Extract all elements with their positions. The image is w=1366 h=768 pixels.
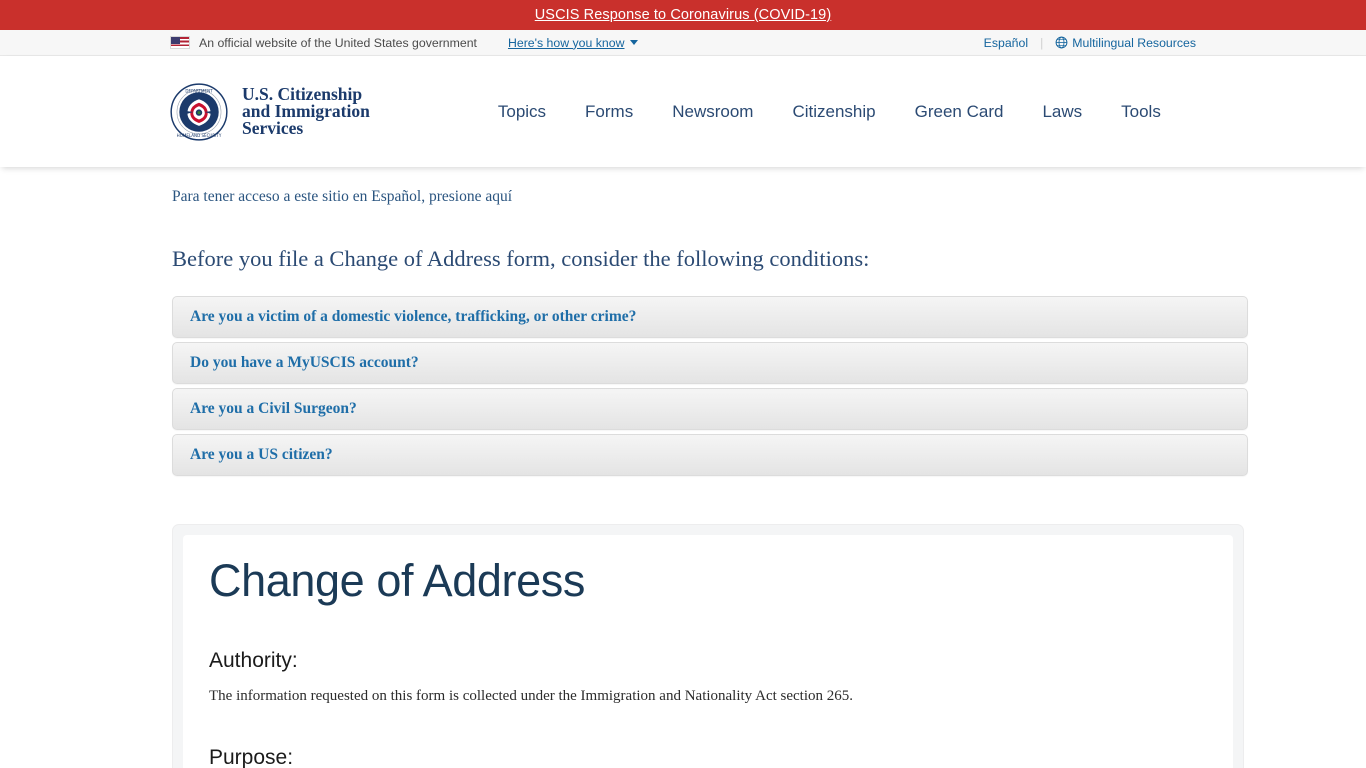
nav-item-citizenship[interactable]: Citizenship xyxy=(792,102,875,122)
divider: | xyxy=(1040,35,1044,50)
uscis-brand-logo[interactable]: DEPARTMENT HOMELAND SECURITY U.S. Citize… xyxy=(170,82,370,141)
accordion-item-us-citizen[interactable]: Are you a US citizen? xyxy=(172,434,1248,476)
multilingual-resources-label: Multilingual Resources xyxy=(1072,35,1196,50)
accordion-item-label: Are you a US citizen? xyxy=(190,446,333,463)
svg-text:DEPARTMENT: DEPARTMENT xyxy=(185,88,213,93)
spanish-version-link[interactable]: Para tener acceso a este sitio en Españo… xyxy=(172,167,1194,206)
authority-label: Authority: xyxy=(209,649,298,673)
globe-icon xyxy=(1055,36,1068,48)
site-header: DEPARTMENT HOMELAND SECURITY U.S. Citize… xyxy=(0,56,1366,167)
svg-text:HOMELAND SECURITY: HOMELAND SECURITY xyxy=(177,132,222,137)
brand-line-3: Services xyxy=(242,118,304,138)
heres-how-you-know-toggle[interactable]: Here's how you know xyxy=(508,36,639,50)
change-of-address-card-frame: Change of Address Authority: The informa… xyxy=(172,524,1244,768)
authority-text: The information requested on this form i… xyxy=(209,688,854,705)
nav-item-forms[interactable]: Forms xyxy=(585,102,633,122)
accordion-item-label: Are you a Civil Surgeon? xyxy=(190,400,357,417)
dhs-seal-icon: DEPARTMENT HOMELAND SECURITY xyxy=(170,82,228,141)
change-of-address-card: Change of Address Authority: The informa… xyxy=(183,535,1233,768)
covid-alert-link[interactable]: USCIS Response to Coronavirus (COVID-19) xyxy=(535,7,832,23)
page-intro-heading: Before you file a Change of Address form… xyxy=(172,246,870,271)
accordion-item-domestic-violence[interactable]: Are you a victim of a domestic violence,… xyxy=(172,296,1248,338)
covid-alert-bar: USCIS Response to Coronavirus (COVID-19) xyxy=(0,0,1366,30)
official-government-banner: An official website of the United States… xyxy=(0,30,1366,56)
accordion-item-myuscis-account[interactable]: Do you have a MyUSCIS account? xyxy=(172,342,1248,384)
nav-item-topics[interactable]: Topics xyxy=(498,102,546,122)
nav-item-green-card[interactable]: Green Card xyxy=(915,102,1004,122)
heres-how-you-know-label: Here's how you know xyxy=(507,35,625,50)
accordion-item-label: Do you have a MyUSCIS account? xyxy=(190,354,419,371)
accordion-item-civil-surgeon[interactable]: Are you a Civil Surgeon? xyxy=(172,388,1248,430)
nav-item-tools[interactable]: Tools xyxy=(1121,102,1161,122)
nav-item-newsroom[interactable]: Newsroom xyxy=(672,102,753,122)
brand-wordmark: U.S. Citizenship and Immigration Service… xyxy=(242,85,370,138)
card-title: Change of Address xyxy=(209,555,585,606)
gov-banner-right: Español | Multilingual Resources xyxy=(984,36,1196,50)
us-flag-icon xyxy=(170,36,190,49)
multilingual-resources-link[interactable]: Multilingual Resources xyxy=(1055,36,1196,50)
main-navigation: Topics Forms Newsroom Citizenship Green … xyxy=(498,102,1161,122)
accordion-item-label: Are you a victim of a domestic violence,… xyxy=(190,308,637,325)
chevron-down-icon xyxy=(630,40,639,45)
official-website-text: An official website of the United States… xyxy=(199,35,477,50)
page-body: Para tener acceso a este sitio en Españo… xyxy=(0,167,1366,768)
nav-item-laws[interactable]: Laws xyxy=(1042,102,1082,122)
purpose-label: Purpose: xyxy=(209,746,294,768)
espanol-link[interactable]: Español xyxy=(984,36,1028,50)
gov-banner-left: An official website of the United States… xyxy=(170,35,639,50)
conditions-accordion: Are you a victim of a domestic violence,… xyxy=(172,296,1248,476)
